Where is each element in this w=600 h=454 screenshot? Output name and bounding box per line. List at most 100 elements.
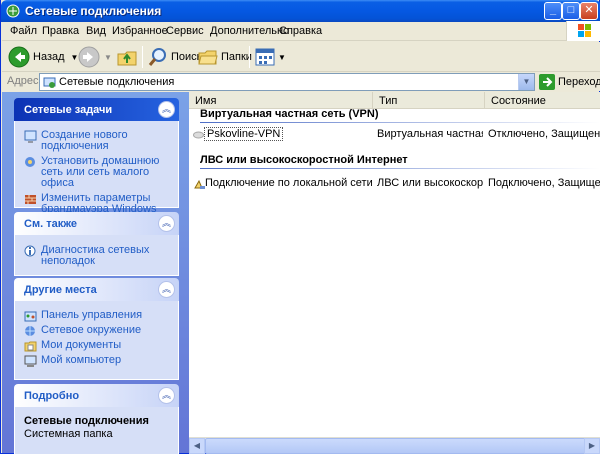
place-my-documents[interactable]: Мои документы (24, 340, 172, 352)
home-network-icon (25, 157, 35, 167)
collapse-icon[interactable]: ︽ (158, 215, 175, 232)
views-button[interactable]: ▼ (255, 45, 286, 69)
control-panel-icon (24, 311, 37, 322)
place-network-neighborhood[interactable]: Сетевое окружение (24, 325, 172, 336)
toolbar: Назад ▼ ▼ Поиск Папки ▼ (2, 42, 600, 72)
task-create-connection[interactable]: Создание нового подключения (24, 130, 172, 152)
forward-button[interactable]: ▼ (78, 45, 112, 69)
folders-button[interactable]: Папки (198, 45, 252, 69)
scroll-right-icon[interactable]: ▶ (584, 438, 600, 454)
other-places-header[interactable]: Другие места ︽ (14, 278, 179, 301)
column-headers: Имя Тип Состояние (189, 92, 600, 109)
info-icon (24, 245, 36, 257)
vpn-connection-name[interactable]: Pskovline-VPN (204, 127, 284, 141)
column-name[interactable]: Имя (189, 92, 373, 109)
go-label: Переход (558, 76, 600, 88)
list-item[interactable]: Pskovline-VPN Виртуальная частная с... О… (189, 127, 600, 143)
group-divider (200, 122, 600, 123)
menu-edit[interactable]: Правка (42, 25, 79, 37)
network-tasks-title: Сетевые задачи (24, 104, 113, 116)
menu-advanced[interactable]: Дополнительно (210, 25, 289, 37)
go-arrow-icon (539, 74, 555, 90)
see-also-title: См. также (24, 218, 77, 230)
network-connections-icon (6, 4, 20, 18)
search-label: Поиск (171, 51, 202, 63)
address-value: Сетевые подключения (59, 76, 175, 88)
menu-tools[interactable]: Сервис (166, 25, 204, 37)
search-button[interactable]: Поиск (148, 45, 201, 69)
menu-view[interactable]: Вид (86, 25, 106, 37)
title-bar[interactable]: Сетевые подключения _ □ ✕ (1, 0, 600, 22)
list-item[interactable]: Подключение по локальной сети ЛВС или вы… (189, 176, 600, 192)
windows-logo-icon (566, 21, 600, 41)
file-list[interactable]: Имя Тип Состояние Виртуальная частная се… (189, 92, 600, 454)
lan-connection-icon (194, 179, 205, 189)
task-setup-home-network[interactable]: Установить домашнюю сеть или сеть малого… (24, 156, 172, 189)
details-panel: Подробно ︽ Сетевые подключения Системная… (14, 384, 179, 454)
place-my-computer[interactable]: Мой компьютер (24, 355, 172, 367)
task-network-diagnostics[interactable]: Диагностика сетевых неполадок (24, 245, 172, 267)
see-also-header[interactable]: См. также ︽ (14, 212, 179, 235)
forward-dropdown-icon[interactable]: ▼ (104, 53, 112, 62)
minimize-button[interactable]: _ (544, 2, 562, 20)
firewall-icon (25, 195, 36, 204)
place-control-panel[interactable]: Панель управления (24, 310, 172, 322)
menu-help[interactable]: Справка (279, 25, 322, 37)
address-label: Адрес: (7, 75, 42, 87)
column-type[interactable]: Тип (373, 92, 485, 109)
collapse-icon[interactable]: ︽ (158, 281, 175, 298)
folders-label: Папки (221, 51, 252, 63)
my-documents-icon (24, 341, 37, 352)
forward-arrow-icon (78, 46, 100, 68)
lan-connection-status: Подключено, Защищен... (488, 177, 600, 189)
menu-file[interactable]: Файл (10, 25, 37, 37)
back-button[interactable]: Назад ▼ (8, 45, 78, 69)
task-pane: Сетевые задачи ︽ Создание нового подключ… (2, 92, 189, 454)
network-tasks-panel: Сетевые задачи ︽ Создание нового подключ… (14, 98, 179, 215)
explorer-window: Сетевые подключения _ □ ✕ Файл Правка Ви… (0, 0, 600, 454)
maximize-button[interactable]: □ (562, 2, 580, 20)
group-divider (200, 168, 600, 169)
details-type: Системная папка (24, 428, 113, 440)
views-dropdown-icon[interactable]: ▼ (278, 53, 286, 62)
views-icon (255, 48, 275, 66)
up-folder-icon (117, 51, 137, 66)
network-tasks-header[interactable]: Сетевые задачи ︽ (14, 98, 179, 121)
address-input[interactable]: Сетевые подключения ▼ (39, 73, 535, 91)
address-bar: Адрес: Сетевые подключения ▼ Переход (2, 72, 600, 91)
vpn-connection-type: Виртуальная частная с... (377, 128, 483, 140)
collapse-icon[interactable]: ︽ (158, 101, 175, 118)
network-connections-icon (43, 77, 56, 88)
folders-icon (198, 50, 218, 65)
up-folder-button[interactable] (116, 45, 138, 69)
see-also-panel: См. также ︽ Диагностика сетевых неполадо… (14, 212, 179, 276)
vpn-connection-icon (193, 131, 204, 139)
scroll-left-icon[interactable]: ◀ (189, 438, 205, 454)
menu-favorites[interactable]: Избранное (112, 25, 168, 37)
other-places-panel: Другие места ︽ Панель управления Сетевое… (14, 278, 179, 380)
address-dropdown-icon[interactable]: ▼ (518, 74, 534, 90)
new-connection-icon (24, 130, 37, 143)
details-name: Сетевые подключения (24, 415, 149, 427)
search-icon (148, 48, 166, 66)
group-lan-title: ЛВС или высокоскоростной Интернет (200, 154, 408, 166)
other-places-title: Другие места (24, 284, 97, 296)
window-title: Сетевые подключения (25, 4, 162, 18)
lan-connection-name[interactable]: Подключение по локальной сети (205, 177, 373, 189)
group-vpn-title: Виртуальная частная сеть (VPN) (200, 108, 379, 120)
details-title: Подробно (24, 390, 80, 402)
vpn-connection-status: Отключено, Защищено... (488, 128, 600, 140)
column-status[interactable]: Состояние (485, 92, 600, 109)
network-neighborhood-icon (25, 326, 35, 336)
horizontal-scrollbar[interactable]: ◀ ▶ (189, 437, 600, 454)
back-arrow-icon (8, 46, 30, 68)
scrollbar-thumb[interactable] (205, 438, 597, 454)
collapse-icon[interactable]: ︽ (158, 387, 175, 404)
menu-bar: Файл Правка Вид Избранное Сервис Дополни… (2, 22, 600, 41)
close-button[interactable]: ✕ (580, 2, 598, 20)
details-header[interactable]: Подробно ︽ (14, 384, 179, 407)
my-computer-icon (24, 355, 37, 367)
go-button[interactable]: Переход (539, 73, 600, 91)
back-label: Назад (33, 51, 65, 63)
lan-connection-type: ЛВС или высокоскорос... (377, 177, 483, 189)
